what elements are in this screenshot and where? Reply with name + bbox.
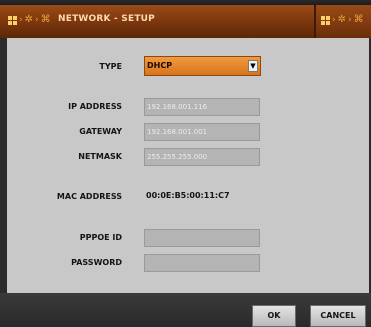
title-bar: › ✲ › ⌘ NETWORK - SETUP › ✲ › ⌘	[0, 0, 371, 38]
grid-icon	[321, 15, 330, 25]
pppoe-id-label: PPPOE ID	[79, 233, 122, 242]
mac-address-value: 00:0E:B5:00:11:C7	[146, 191, 230, 200]
arrow-right-icon: ›	[348, 14, 352, 25]
cancel-button[interactable]: CANCEL	[310, 305, 366, 327]
grid-icon	[8, 15, 17, 25]
password-label: PASSWORD	[71, 258, 122, 267]
ip-address-label: IP ADDRESS	[68, 102, 122, 111]
type-select-value: DHCP	[147, 61, 173, 70]
pppoe-id-field[interactable]	[144, 229, 260, 247]
ip-address-field[interactable]: 192.168.001.116	[144, 98, 260, 116]
netmask-field[interactable]: 255.255.255.000	[144, 148, 260, 166]
arrow-right-icon: ›	[19, 14, 23, 25]
chevron-down-icon[interactable]: ▼	[248, 60, 258, 72]
network-icon: ⌘	[353, 14, 364, 25]
gear-icon: ✲	[24, 14, 33, 25]
password-field[interactable]	[144, 254, 260, 272]
network-setup-panel: TYPE DHCP ▼ IP ADDRESS 192.168.001.116 G…	[7, 38, 369, 293]
gateway-label: GATEWAY	[79, 127, 122, 136]
netmask-label: NETMASK	[78, 152, 122, 161]
breadcrumb: › ✲ › ⌘	[8, 15, 51, 25]
gateway-field[interactable]: 192.168.001.001	[144, 123, 260, 141]
title-right-panel: › ✲ › ⌘	[314, 5, 371, 38]
type-select[interactable]: DHCP ▼	[144, 56, 261, 76]
type-label: TYPE	[99, 62, 122, 71]
arrow-right-icon: ›	[332, 14, 336, 25]
network-icon: ⌘	[40, 14, 51, 25]
ok-button[interactable]: OK	[252, 305, 296, 327]
gear-icon: ✲	[337, 14, 346, 25]
mac-address-label: MAC ADDRESS	[56, 192, 122, 201]
arrow-right-icon: ›	[35, 14, 39, 25]
breadcrumb-right: › ✲ › ⌘	[321, 15, 364, 25]
window-title: NETWORK - SETUP	[58, 14, 155, 24]
